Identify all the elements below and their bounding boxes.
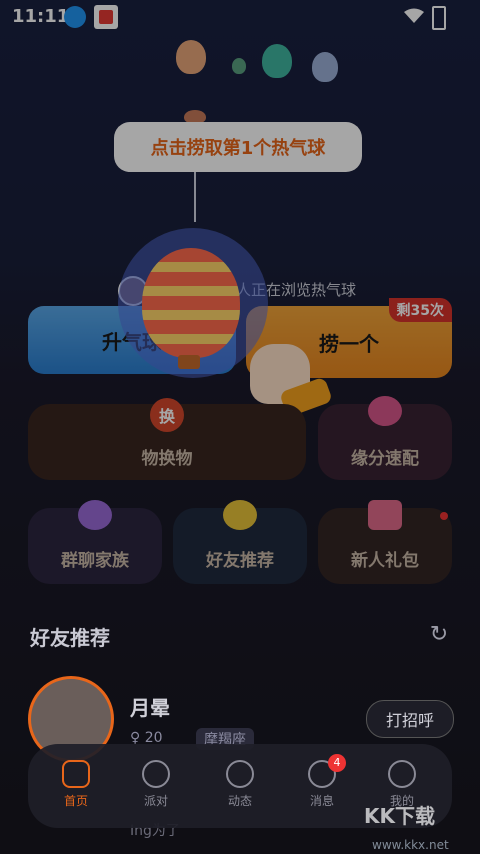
friend-name: 月晕 xyxy=(130,696,170,720)
nav-moments[interactable]: 动态 xyxy=(200,744,280,828)
nav-messages[interactable]: 4 消息 xyxy=(282,744,362,828)
watermark-logo: KK下载 xyxy=(364,804,435,828)
star-icon xyxy=(226,760,254,788)
refresh-icon[interactable]: ↻ xyxy=(428,624,450,646)
party-icon xyxy=(142,760,170,788)
nav-home[interactable]: 首页 xyxy=(36,744,116,828)
friends-section-title: 好友推荐 xyxy=(30,626,110,650)
nav-messages-label: 消息 xyxy=(309,794,334,808)
message-count-badge: 4 xyxy=(328,754,346,772)
app-screen: 11:11 点击捞取第1个热气球 人正在浏览热气球 升气球 捞一个 剩35次 换… xyxy=(0,0,480,854)
say-hello-button[interactable]: 打招呼 xyxy=(366,700,454,738)
nav-moments-label: 动态 xyxy=(227,794,252,808)
nav-party[interactable]: 派对 xyxy=(116,744,196,828)
say-hello-label: 打招呼 xyxy=(385,711,434,730)
watermark-url: www.kkx.net xyxy=(372,838,449,852)
nav-home-label: 首页 xyxy=(63,794,88,808)
home-icon xyxy=(62,760,90,788)
profile-face-icon xyxy=(388,760,416,788)
nav-party-label: 派对 xyxy=(143,794,168,808)
